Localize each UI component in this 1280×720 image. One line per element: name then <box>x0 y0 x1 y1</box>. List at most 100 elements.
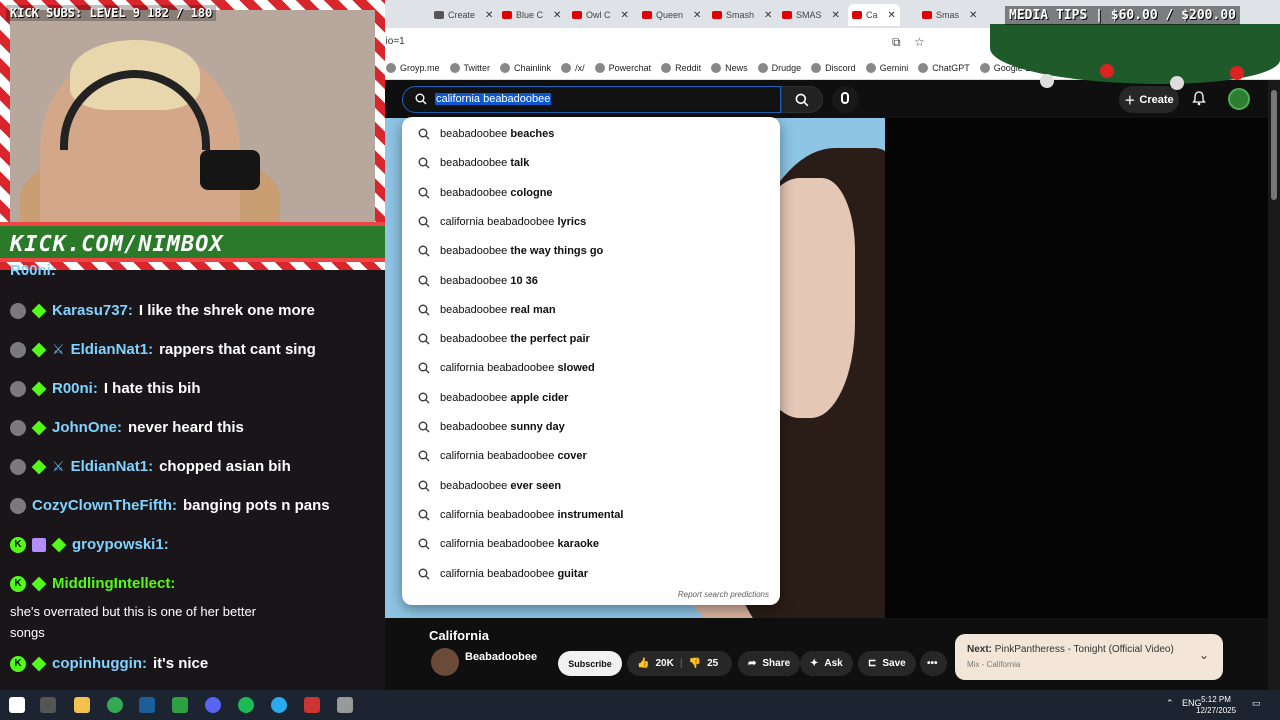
dislike-count[interactable]: 25 <box>707 658 718 669</box>
chevron-down-icon[interactable]: ⌄ <box>1199 648 1209 662</box>
task-view-icon[interactable] <box>40 697 56 713</box>
search-suggestion[interactable]: california beabadoobee lyrics <box>402 208 780 237</box>
search-suggestion[interactable]: beabadoobee the way things go <box>402 237 780 266</box>
more-actions-button[interactable]: ••• <box>920 651 947 676</box>
telegram-icon[interactable] <box>271 697 287 713</box>
close-tab-icon[interactable]: ✕ <box>969 10 977 21</box>
up-next-card[interactable]: Next: PinkPantheress - Tonight (Official… <box>955 634 1223 680</box>
spotify-icon[interactable] <box>238 697 254 713</box>
close-tab-icon[interactable]: ✕ <box>693 10 701 21</box>
ask-label: Ask <box>824 658 843 669</box>
search-suggestion[interactable]: beabadoobee beaches <box>402 120 780 149</box>
video-player-sidebar <box>885 118 1280 618</box>
browser-tab[interactable]: SMAS ✕ <box>778 4 844 26</box>
bookmark-star-icon[interactable]: ☆ <box>914 35 925 49</box>
bookmark-item[interactable]: ChatGPT <box>918 62 970 73</box>
browser-tab[interactable]: Smas ✕ <box>918 4 981 26</box>
account-avatar[interactable] <box>1228 88 1250 110</box>
search-suggestion[interactable]: beabadoobee the perfect pair <box>402 325 780 354</box>
like-count[interactable]: 20K <box>655 658 673 669</box>
bookmark-item[interactable]: Drudge <box>757 62 801 73</box>
search-suggestion[interactable]: beabadoobee cologne <box>402 179 780 208</box>
chevron-up-icon[interactable]: ⌃ <box>1166 698 1174 709</box>
clock[interactable]: 5:12 PM 12/27/2025 <box>1196 694 1236 716</box>
share-button[interactable]: ➦ Share <box>738 651 801 676</box>
search-suggestion[interactable]: beabadoobee sunny day <box>402 413 780 442</box>
bookmark-item[interactable]: Discord <box>811 62 856 73</box>
search-query-text[interactable]: california beabadoobee <box>435 93 552 105</box>
close-tab-icon[interactable]: ✕ <box>888 10 896 21</box>
suggestion-text: california beabadoobee lyrics <box>440 216 586 228</box>
create-button[interactable]: ＋ Create <box>1119 86 1179 113</box>
search-suggestion[interactable]: beabadoobee 10 36 <box>402 267 780 296</box>
browser-tab[interactable]: Create ✕ <box>430 4 497 26</box>
subscribe-button[interactable]: Subscribe <box>558 651 622 676</box>
powerchat-icon <box>594 62 605 73</box>
thumbs-up-icon[interactable]: 👍 <box>637 658 649 669</box>
channel-name[interactable]: Beabadoobee <box>465 651 537 663</box>
app-icon[interactable] <box>172 697 188 713</box>
tab-label: Owl C <box>586 10 611 20</box>
bookmark-item[interactable]: Chainlink <box>500 62 551 73</box>
bookmark-item[interactable]: /x/ <box>561 62 585 73</box>
scrollbar-thumb[interactable] <box>1271 90 1277 200</box>
search-suggestion[interactable]: beabadoobee apple cider <box>402 384 780 413</box>
bookmark-item[interactable]: Powerchat <box>594 62 651 73</box>
tab-label: Create <box>448 10 476 20</box>
search-suggestion[interactable]: california beabadoobee karaoke <box>402 530 780 559</box>
page-scrollbar[interactable] <box>1268 80 1280 690</box>
notification-icon[interactable]: ▭ <box>1252 698 1261 709</box>
search-suggestion[interactable]: beabadoobee real man <box>402 296 780 325</box>
search-suggestion[interactable]: california beabadoobee guitar <box>402 560 780 589</box>
search-input[interactable]: california beabadoobee <box>402 86 781 113</box>
browser-tab[interactable]: Queen ✕ <box>638 4 705 26</box>
app-icon[interactable] <box>337 697 353 713</box>
kick-banner: KICK.COM/NIMBOX <box>0 222 385 262</box>
channel-avatar[interactable] <box>431 648 459 676</box>
ask-button[interactable]: ✦ Ask <box>800 651 853 676</box>
report-search-predictions-link[interactable]: Report search predictions <box>678 590 769 599</box>
windows-start-icon[interactable] <box>9 697 25 713</box>
close-tab-icon[interactable]: ✕ <box>832 10 840 21</box>
search-suggestion[interactable]: beabadoobee ever seen <box>402 472 780 501</box>
search-icon <box>418 480 430 492</box>
search-icon <box>418 216 430 228</box>
discord-icon[interactable] <box>205 697 221 713</box>
search-suggestion[interactable]: california beabadoobee instrumental <box>402 501 780 530</box>
close-tab-icon[interactable]: ✕ <box>553 10 561 21</box>
bookmark-item[interactable]: Reddit <box>661 62 701 73</box>
bookmark-item[interactable]: Gemini <box>865 62 908 73</box>
steam-icon[interactable] <box>139 697 155 713</box>
browser-tab[interactable]: Smash ✕ <box>708 4 776 26</box>
search-suggestion[interactable]: california beabadoobee cover <box>402 442 780 471</box>
thumbs-down-icon[interactable]: 👎 <box>689 658 701 669</box>
chrome-icon[interactable] <box>107 697 123 713</box>
browser-tab[interactable]: Ca ✕ <box>848 4 900 26</box>
youtube-header: california beabadoobee ＋ Create <box>385 80 1280 118</box>
share-label: Share <box>762 658 791 669</box>
close-tab-icon[interactable]: ✕ <box>621 10 629 21</box>
bookmark-label: ChatGPT <box>932 62 970 73</box>
bookmark-item[interactable]: News <box>711 62 748 73</box>
voice-search-button[interactable] <box>832 86 859 113</box>
search-suggestion[interactable]: beabadoobee talk <box>402 149 780 178</box>
tab-favicon-icon <box>782 11 792 19</box>
browser-tab[interactable]: Owl C ✕ <box>568 4 633 26</box>
save-button[interactable]: ⊏ Save <box>858 651 916 676</box>
search-suggestion[interactable]: california beabadoobee slowed <box>402 354 780 383</box>
close-tab-icon[interactable]: ✕ <box>764 10 772 21</box>
suggestion-text: beabadoobee sunny day <box>440 421 565 433</box>
notifications-bell-icon[interactable] <box>1191 90 1207 106</box>
suggestion-prefix: beabadoobee <box>440 303 511 316</box>
google-earth-icon <box>979 62 990 73</box>
bookmark-item[interactable]: Twitter <box>449 62 490 73</box>
file-explorer-icon[interactable] <box>74 697 90 713</box>
install-app-icon[interactable]: ⧉ <box>892 35 901 50</box>
ornament-icon <box>1170 76 1184 90</box>
search-button[interactable] <box>781 86 823 113</box>
browser-tab[interactable]: Blue C ✕ <box>498 4 565 26</box>
close-tab-icon[interactable]: ✕ <box>485 10 493 21</box>
chat-row: R00ni: I hate this bih <box>10 380 201 397</box>
bookmark-item[interactable]: Groyp.me <box>386 62 440 73</box>
app-icon[interactable] <box>304 697 320 713</box>
